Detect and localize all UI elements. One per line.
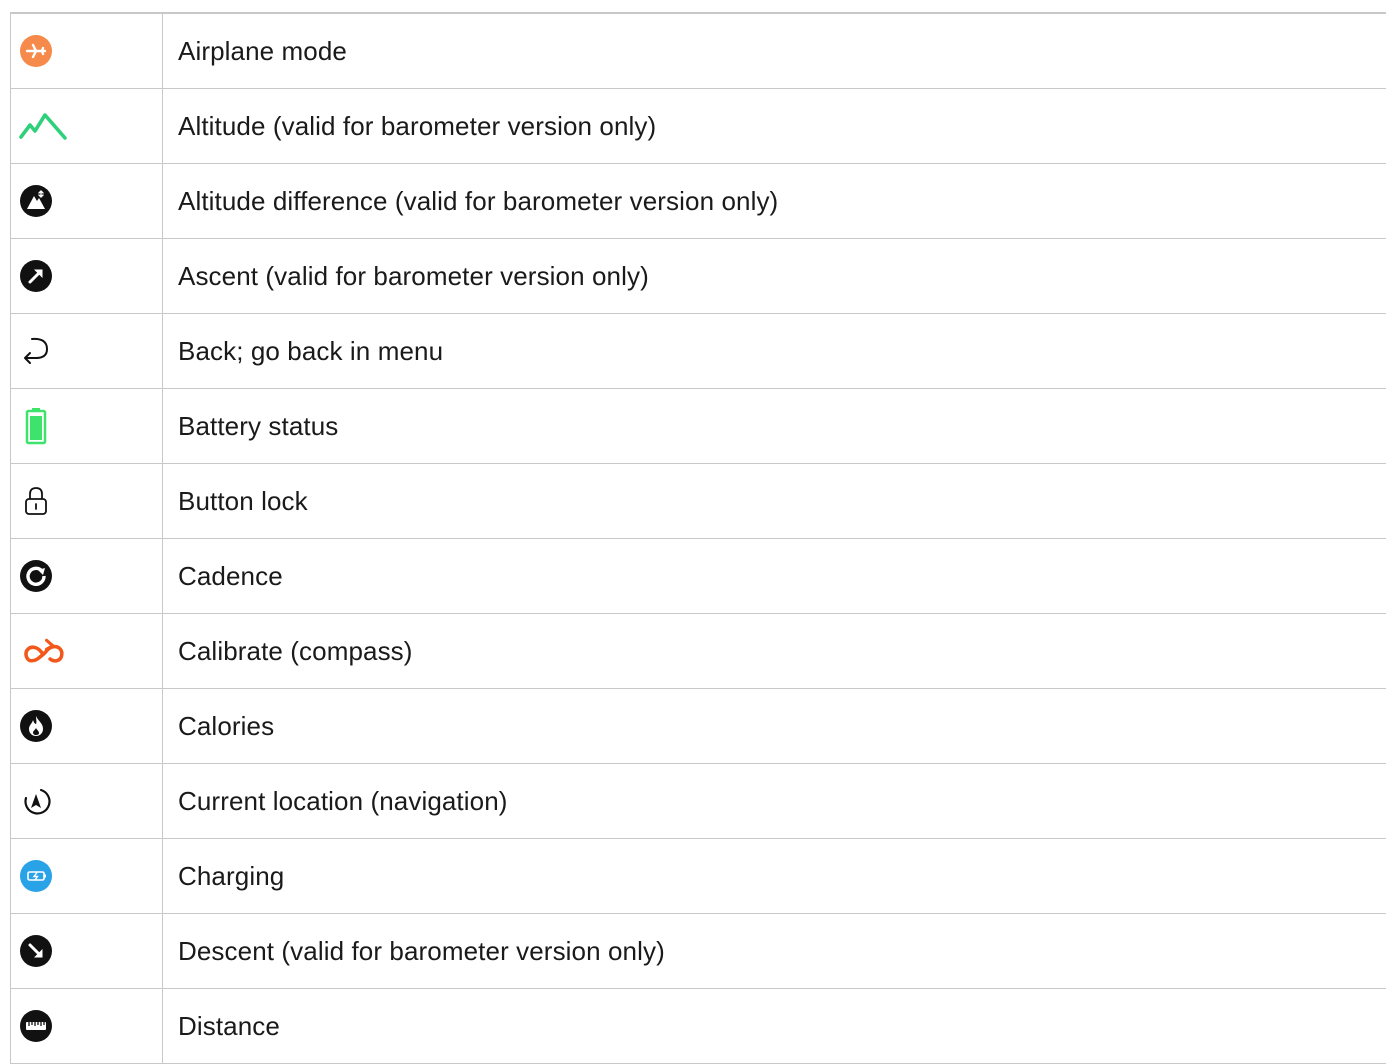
table-row: Airplane mode (11, 13, 1386, 89)
table-row: Battery status (11, 389, 1386, 464)
altitude-icon (19, 111, 67, 141)
table-row: Altitude (valid for barometer version on… (11, 89, 1386, 164)
icon-description: Airplane mode (163, 13, 1386, 89)
distance-icon (19, 1009, 53, 1043)
table-row: Button lock (11, 464, 1386, 539)
table-row: Back; go back in menu (11, 314, 1386, 389)
ascent-icon (19, 259, 53, 293)
icon-cell (11, 839, 163, 914)
icon-legend-table: Airplane mode Altitude (valid for barome… (10, 12, 1386, 1064)
calories-icon (19, 709, 53, 743)
icon-cell (11, 13, 163, 89)
icon-description: Calories (163, 689, 1386, 764)
back-icon (19, 334, 53, 368)
icon-cell (11, 764, 163, 839)
icon-cell (11, 89, 163, 164)
icon-description: Descent (valid for barometer version onl… (163, 914, 1386, 989)
icon-cell (11, 689, 163, 764)
icon-cell (11, 164, 163, 239)
calibrate-compass-icon (19, 633, 67, 669)
table-row: Altitude difference (valid for barometer… (11, 164, 1386, 239)
cadence-icon (19, 559, 53, 593)
icon-cell (11, 239, 163, 314)
current-location-icon (19, 784, 53, 818)
table-row: Current location (navigation) (11, 764, 1386, 839)
table-row: Calibrate (compass) (11, 614, 1386, 689)
button-lock-icon (19, 484, 53, 518)
table-row: Ascent (valid for barometer version only… (11, 239, 1386, 314)
icon-cell (11, 989, 163, 1064)
icon-cell (11, 464, 163, 539)
icon-description: Ascent (valid for barometer version only… (163, 239, 1386, 314)
icon-description: Altitude difference (valid for barometer… (163, 164, 1386, 239)
table-row: Descent (valid for barometer version onl… (11, 914, 1386, 989)
icon-cell (11, 314, 163, 389)
table-row: Charging (11, 839, 1386, 914)
icon-cell (11, 539, 163, 614)
airplane-mode-icon (19, 34, 53, 68)
icon-description: Back; go back in menu (163, 314, 1386, 389)
icon-cell (11, 389, 163, 464)
table-row: Distance (11, 989, 1386, 1064)
icon-description: Charging (163, 839, 1386, 914)
icon-description: Current location (navigation) (163, 764, 1386, 839)
icon-cell (11, 614, 163, 689)
descent-icon (19, 934, 53, 968)
icon-description: Button lock (163, 464, 1386, 539)
table-row: Cadence (11, 539, 1386, 614)
charging-icon (19, 859, 53, 893)
icon-description: Distance (163, 989, 1386, 1064)
icon-description: Altitude (valid for barometer version on… (163, 89, 1386, 164)
icon-description: Battery status (163, 389, 1386, 464)
icon-cell (11, 914, 163, 989)
table-row: Calories (11, 689, 1386, 764)
battery-icon (19, 407, 53, 445)
icon-description: Cadence (163, 539, 1386, 614)
altitude-difference-icon (19, 184, 53, 218)
icon-description: Calibrate (compass) (163, 614, 1386, 689)
